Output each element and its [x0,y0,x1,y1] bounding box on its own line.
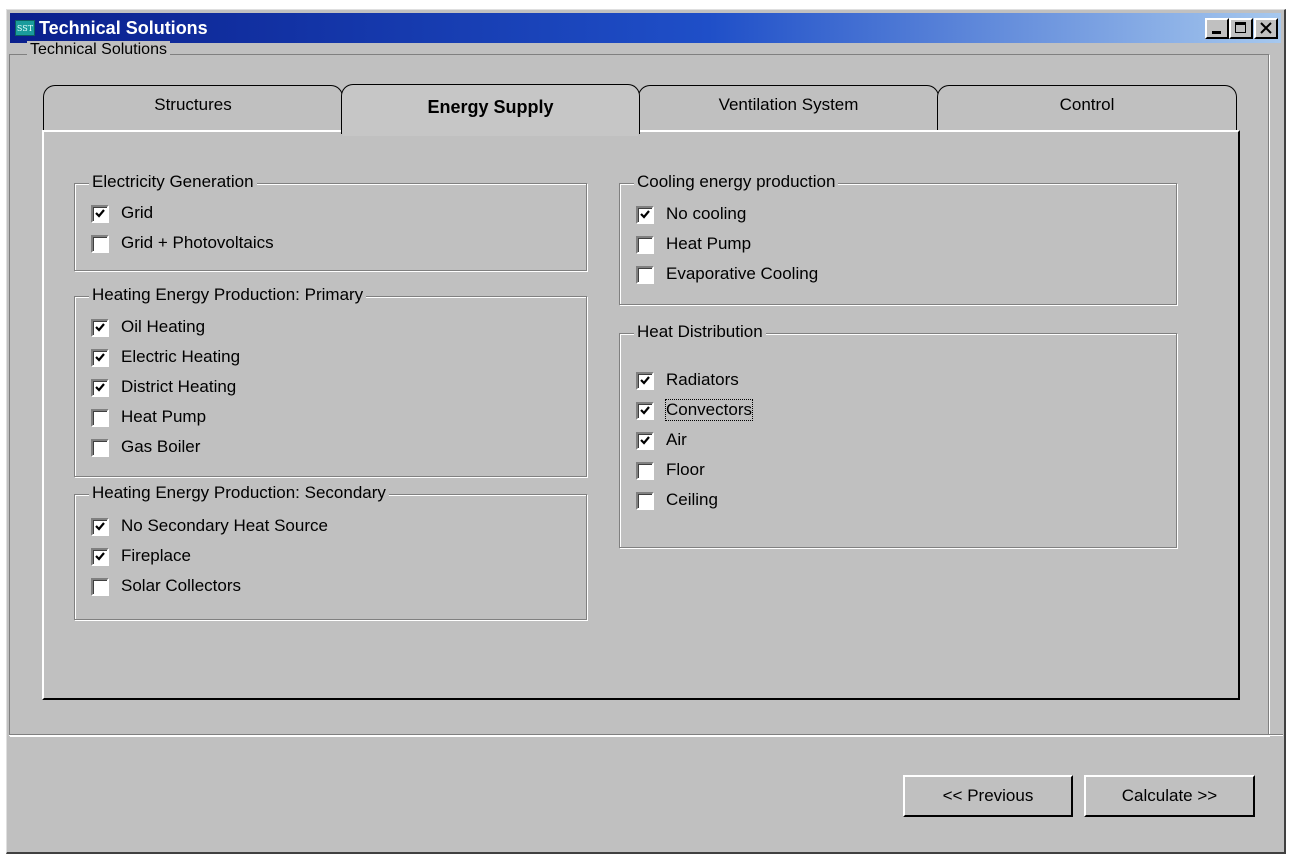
previous-button[interactable]: << Previous [903,775,1073,817]
close-icon [1260,22,1272,34]
checkmark-icon [640,436,650,445]
checkbox-box[interactable] [91,205,109,223]
checkbox-box[interactable] [636,432,654,450]
group-label: Heat Distribution [634,322,766,342]
footer-separator [9,734,1283,736]
checkmark-icon [640,406,650,415]
heating-primary-group: Heating Energy Production: Primary Oil H… [74,285,587,477]
checkbox-box[interactable] [636,402,654,420]
app-icon: SST [15,20,35,36]
window-title: Technical Solutions [39,18,208,38]
checkbox-box[interactable] [636,236,654,254]
electricity-generation-group: Electricity Generation Grid Grid + Photo… [74,172,587,271]
checkbox-box[interactable] [636,266,654,284]
tab-label: Ventilation System [718,95,859,114]
checkbox-label: No Secondary Heat Source [121,516,328,535]
checkmark-icon [95,323,105,332]
checkbox-label: Oil Heating [121,317,206,336]
checkbox-box[interactable] [636,206,654,224]
checkbox-label: Floor [666,460,705,479]
checkbox-label: Grid [121,203,154,222]
tab-panel-energy-supply: Electricity Generation Grid Grid + Photo… [42,130,1240,700]
close-button[interactable] [1254,18,1278,39]
checkbox-label: Heat Pump [666,234,752,253]
checkbox-box[interactable] [91,518,109,536]
group-label: Heating Energy Production: Secondary [89,483,389,503]
checkbox-box[interactable] [636,492,654,510]
checkbox-box[interactable] [91,319,109,337]
checkmark-icon [95,522,105,531]
checkmark-icon [640,376,650,385]
checkmark-icon [95,209,105,218]
heat-distribution-group: Heat Distribution Radiators Convectors A… [619,322,1177,548]
checkbox-label: Evaporative Cooling [666,264,819,283]
checkbox-box[interactable] [636,372,654,390]
cooling-production-group: Cooling energy production No cooling Hea… [619,172,1177,305]
checkbox-label: Heat Pump [121,407,207,426]
checkbox-label: Ceiling [666,490,718,509]
group-label: Heating Energy Production: Primary [89,285,367,305]
checkbox-box[interactable] [91,439,109,457]
checkbox-label: Electric Heating [121,347,241,366]
tab-control[interactable]: Control [937,85,1237,133]
checkbox-label: Radiators [666,370,739,389]
checkbox-label: Solar Collectors [121,576,241,595]
group-label: Cooling energy production [634,172,839,192]
checkbox-label: Convectors [665,399,753,421]
tab-ventilation-system[interactable]: Ventilation System [638,85,939,133]
checkmark-icon [95,353,105,362]
checkbox-box[interactable] [91,349,109,367]
minimize-button[interactable] [1205,18,1229,39]
checkbox-box[interactable] [91,409,109,427]
checkbox-box[interactable] [91,235,109,253]
checkbox-box[interactable] [91,548,109,566]
calculate-button[interactable]: Calculate >> [1084,775,1255,817]
checkbox-label: Fireplace [121,546,191,565]
tab-label: Energy Supply [427,97,554,117]
outer-group-label: Technical Solutions [27,41,170,59]
checkmark-icon [95,552,105,561]
group-label: Electricity Generation [89,172,257,192]
tab-energy-supply[interactable]: Energy Supply [341,84,640,136]
checkbox-box[interactable] [91,578,109,596]
checkbox-label: Gas Boiler [121,437,201,456]
tab-structures[interactable]: Structures [43,85,343,133]
checkbox-box[interactable] [636,462,654,480]
checkbox-box[interactable] [91,379,109,397]
tab-label: Control [1059,95,1115,114]
title-bar[interactable]: SST Technical Solutions [10,13,1281,43]
minimize-icon [1212,31,1221,34]
checkmark-icon [95,383,105,392]
checkbox-label: Air [666,430,687,449]
checkbox-label: No cooling [666,204,747,223]
heating-secondary-group: Heating Energy Production: Secondary No … [74,483,587,620]
maximize-icon [1235,22,1246,33]
checkbox-label: Grid + Photovoltaics [121,233,274,252]
tab-label: Structures [154,95,232,114]
checkmark-icon [640,210,650,219]
maximize-button[interactable] [1229,18,1253,39]
checkbox-label: District Heating [121,377,237,396]
